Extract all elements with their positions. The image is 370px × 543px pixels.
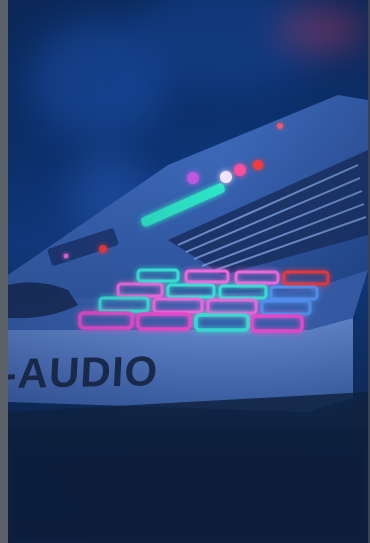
keyboard-illustration — [8, 95, 368, 543]
midi-keyboard-photo: -AUDIO — [8, 0, 368, 543]
image-frame: -AUDIO — [0, 0, 370, 543]
brand-logo-text: -AUDIO — [8, 347, 160, 397]
left-border — [0, 0, 8, 543]
